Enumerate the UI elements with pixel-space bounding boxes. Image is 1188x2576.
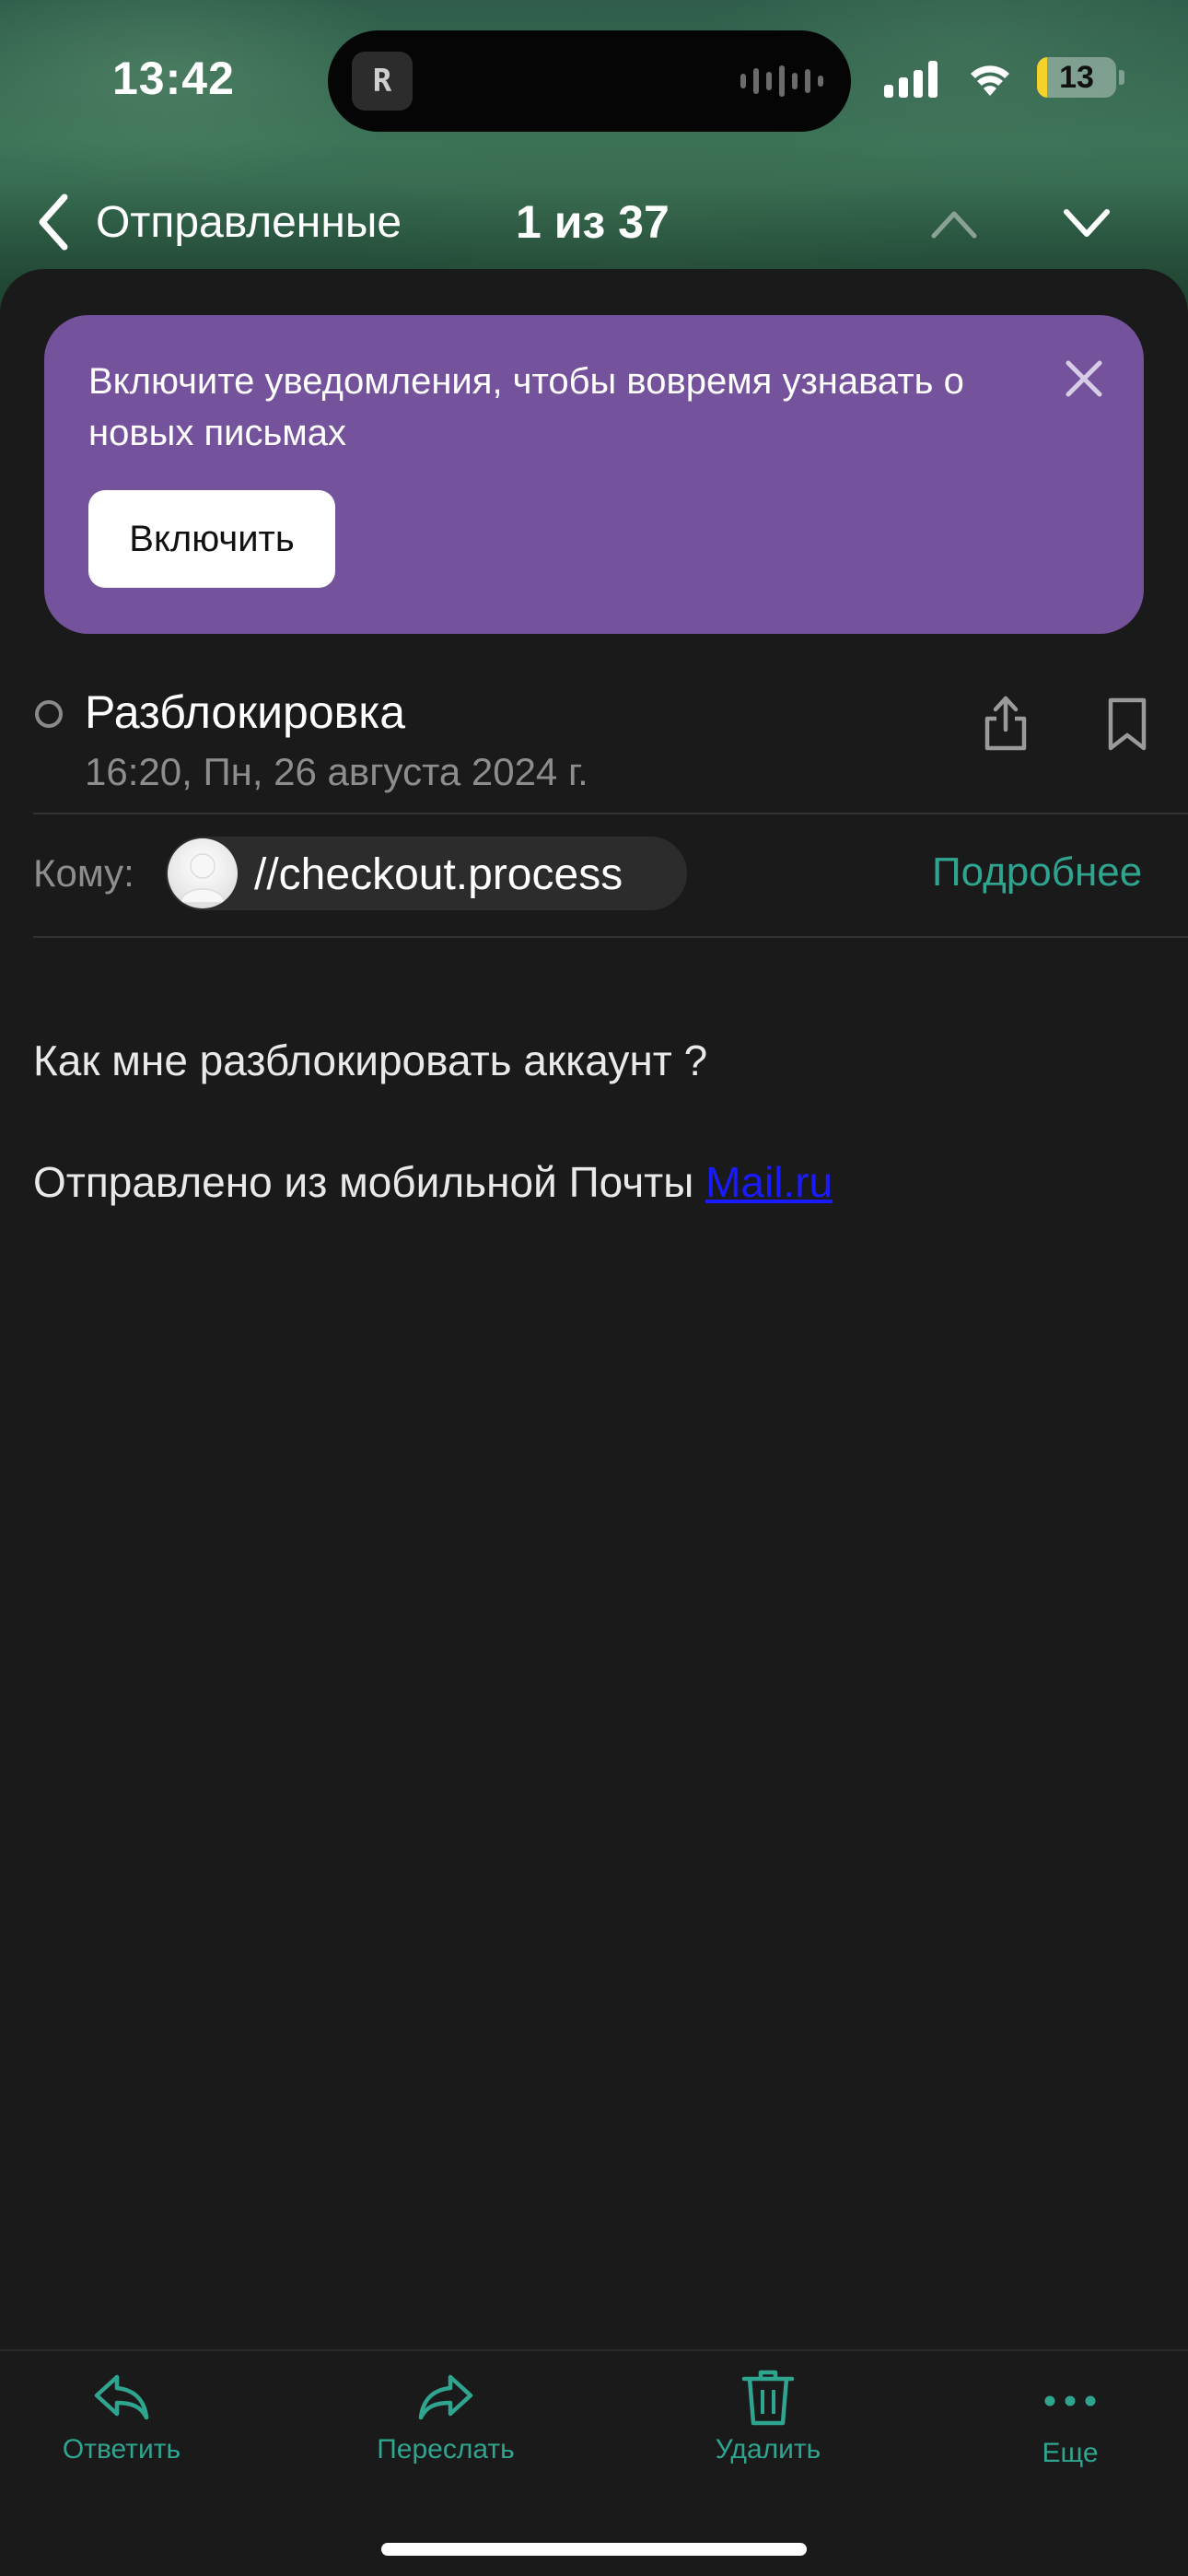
chevron-down-icon[interactable]: [1059, 201, 1114, 247]
avatar-icon: [168, 838, 238, 908]
banner-text: Включите уведомления, чтобы вовремя узна…: [88, 361, 964, 453]
home-indicator[interactable]: [381, 2543, 807, 2556]
battery-tip: [1119, 70, 1124, 85]
status-time: 13:42: [112, 53, 235, 104]
toolbar-divider: [0, 2349, 1188, 2351]
message-date: 16:20, Пн, 26 августа 2024 г.: [85, 750, 588, 793]
back-chevron-icon[interactable]: [33, 190, 79, 254]
reply-label: Ответить: [62, 2434, 181, 2465]
message-body-text: Как мне разблокировать аккаунт ?: [33, 1036, 708, 1084]
message-signature: Отправлено из мобильной Почты Mail.ru: [33, 1157, 833, 1207]
audio-wave-icon: [740, 65, 823, 97]
mailru-link[interactable]: Mail.ru: [705, 1158, 833, 1206]
back-button-label[interactable]: Отправленные: [96, 197, 402, 248]
bookmark-icon[interactable]: [1105, 697, 1149, 752]
trash-icon: [741, 2370, 795, 2426]
more-icon: [1044, 2395, 1096, 2406]
recipient-name: //checkout.process: [254, 850, 623, 899]
battery-icon: 13: [1037, 57, 1116, 98]
delete-label: Удалить: [715, 2434, 821, 2465]
details-link[interactable]: Подробнее: [932, 849, 1142, 896]
recipient-chip[interactable]: //checkout.process: [166, 837, 687, 910]
close-icon[interactable]: [1061, 356, 1107, 402]
forward-icon: [418, 2374, 473, 2420]
forward-label: Переслать: [377, 2434, 515, 2465]
forward-button[interactable]: Переслать: [335, 2368, 556, 2469]
battery-level: 13: [1059, 59, 1094, 95]
signal-icon: [884, 59, 938, 98]
more-button[interactable]: Еще: [960, 2368, 1181, 2469]
share-icon[interactable]: [980, 693, 1031, 754]
wifi-icon: [971, 65, 1009, 96]
more-label: Еще: [1042, 2438, 1099, 2468]
to-label: Кому:: [33, 851, 134, 895]
enable-notifications-button[interactable]: Включить: [88, 490, 335, 588]
notification-banner: Включите уведомления, чтобы вовремя узна…: [44, 315, 1144, 634]
read-status-indicator[interactable]: [35, 700, 63, 728]
divider: [33, 813, 1188, 814]
dynamic-island: R: [328, 30, 851, 132]
reply-button[interactable]: Ответить: [11, 2368, 232, 2469]
signature-text: Отправлено из мобильной Почты: [33, 1158, 706, 1206]
message-subject: Разблокировка: [85, 686, 405, 738]
chevron-up-icon[interactable]: [926, 201, 982, 247]
divider: [33, 936, 1188, 938]
delete-button[interactable]: Удалить: [658, 2368, 879, 2469]
message-counter: 1 из 37: [516, 196, 670, 248]
island-app-icon: R: [352, 52, 413, 111]
reply-icon: [94, 2374, 149, 2420]
